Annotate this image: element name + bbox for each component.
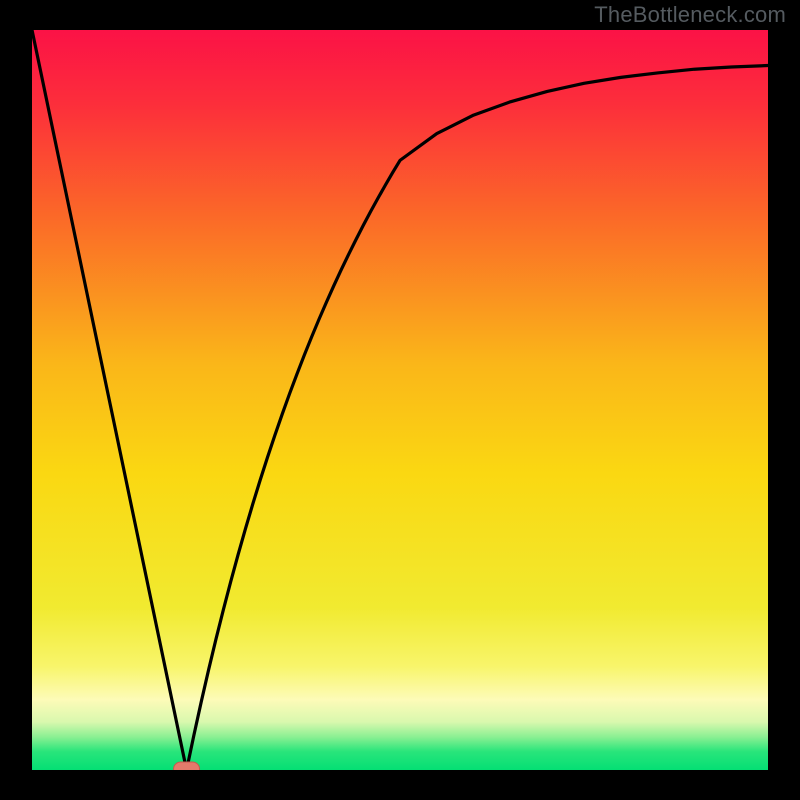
- watermark-text: TheBottleneck.com: [594, 2, 786, 28]
- optimal-marker: [174, 762, 200, 770]
- chart-svg: [32, 30, 768, 770]
- chart-plot-area: [32, 30, 768, 770]
- chart-frame: [32, 30, 768, 770]
